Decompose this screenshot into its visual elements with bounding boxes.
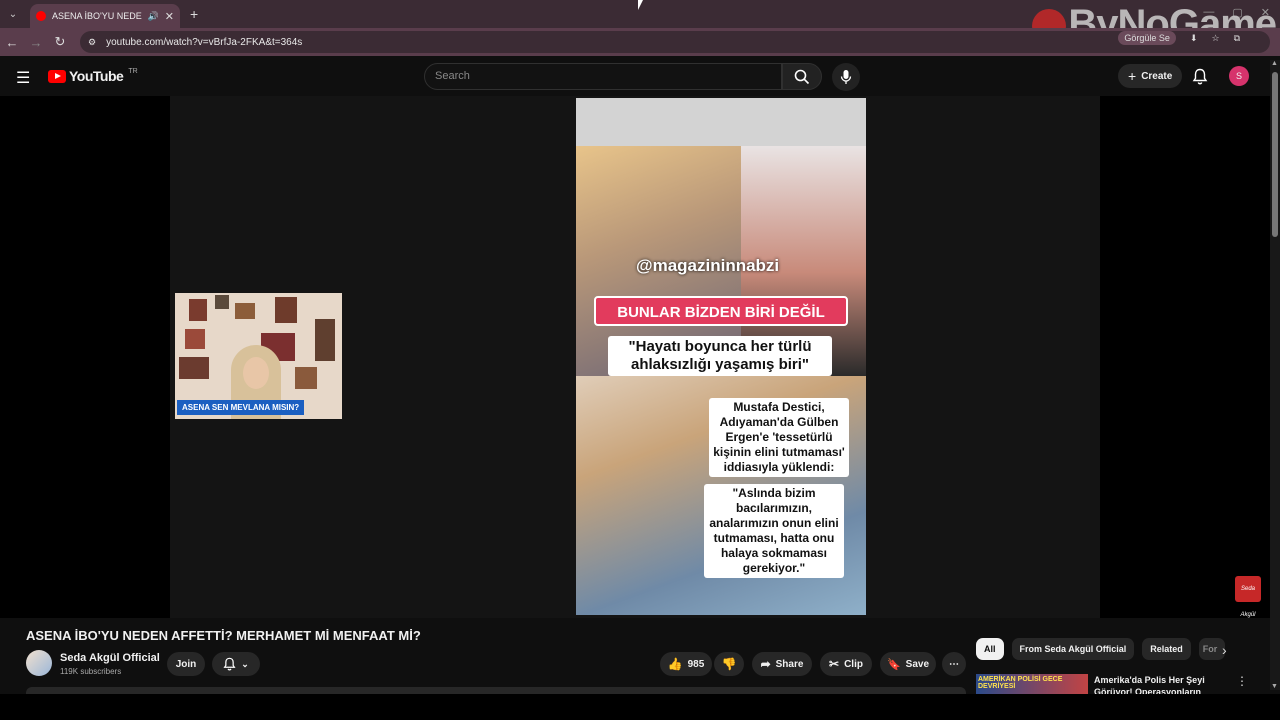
- save-label: Save: [905, 658, 930, 670]
- back-icon[interactable]: ←: [0, 35, 24, 50]
- scissors-icon: ✂: [829, 657, 840, 671]
- presenter-face: [243, 357, 269, 389]
- forward-icon[interactable]: →: [24, 35, 48, 50]
- browser-tab[interactable]: ASENA İBO'YU NEDEN AFFETTİ 🔊 ✕: [30, 4, 180, 28]
- video-top-strip: [576, 98, 866, 146]
- country-code: TR: [128, 67, 138, 75]
- page-scrollbar[interactable]: ▲ ▼: [1270, 60, 1280, 690]
- scrollbar-thumb[interactable]: [1272, 72, 1278, 237]
- clip-label: Clip: [844, 658, 863, 670]
- like-button[interactable]: 👍 985: [660, 652, 712, 676]
- channel-watermark-logo[interactable]: Seda Akgül: [1235, 576, 1261, 618]
- video-title: ASENA İBO'YU NEDEN AFFETTİ? MERHAMET Mİ …: [26, 628, 421, 643]
- join-label: Join: [175, 658, 197, 670]
- user-avatar[interactable]: S: [1229, 66, 1249, 86]
- bottom-black-bar: [0, 694, 1280, 720]
- pip-caption: ASENA SEN MEVLANA MISIN?: [177, 400, 305, 415]
- create-label: Create: [1141, 70, 1173, 82]
- channel-avatar[interactable]: [26, 650, 52, 676]
- create-button[interactable]: + Create: [1118, 64, 1183, 88]
- url-text[interactable]: youtube.com/watch?v=vBrfJa-2FKA&t=364s: [106, 37, 302, 48]
- plus-icon: +: [1128, 68, 1137, 84]
- reload-icon[interactable]: ↻: [48, 34, 72, 50]
- menu-icon[interactable]: ☰: [16, 68, 30, 88]
- like-count: 985: [687, 658, 705, 670]
- voice-search-button[interactable]: [832, 63, 860, 91]
- tab-search-icon[interactable]: ⌄: [2, 3, 24, 25]
- url-field[interactable]: ⚙ youtube.com/watch?v=vBrfJa-2FKA&t=364s: [80, 31, 1270, 53]
- dislike-button[interactable]: 👎: [714, 652, 744, 676]
- video-quote-box: "Aslında bizim bacılarımızın, analarımız…: [704, 484, 844, 578]
- chip-from-channel[interactable]: From Seda Akgül Official: [1011, 638, 1135, 660]
- more-actions-button[interactable]: ⋯: [942, 652, 966, 676]
- picture-in-picture-video: ASENA SEN MEVLANA MISIN?: [175, 293, 342, 419]
- share-button[interactable]: ➦ Share: [752, 652, 812, 676]
- share-icon: ➦: [760, 657, 771, 671]
- mouse-cursor-icon: [638, 0, 643, 10]
- recommendation-thumbnail[interactable]: AMERİKAN POLİSİ GECE DEVRİYESİ: [976, 674, 1088, 694]
- thumbs-down-icon: 👎: [721, 657, 737, 671]
- join-button[interactable]: Join: [167, 652, 205, 676]
- close-tab-icon[interactable]: ✕: [165, 10, 174, 23]
- new-tab-button[interactable]: +: [190, 6, 198, 22]
- install-icon[interactable]: ⬇: [1190, 33, 1198, 44]
- vertical-video-frame: @magazininnabzi BUNLAR BİZDEN BİRİ DEĞİL…: [576, 98, 866, 615]
- bell-icon: [223, 657, 236, 671]
- microphone-icon: [840, 70, 852, 84]
- speaker-icon[interactable]: 🔊: [148, 11, 159, 22]
- chip-related[interactable]: Related: [1142, 638, 1191, 660]
- filter-chips: All From Seda Akgül Official Related For: [976, 638, 1225, 660]
- search-button[interactable]: [782, 63, 822, 90]
- recommendation-title[interactable]: Amerika'da Polis Her Şeyi Görüyor! Opera…: [1094, 674, 1224, 694]
- site-info-icon[interactable]: ⚙: [88, 37, 96, 48]
- more-vertical-icon[interactable]: ⋮: [1236, 674, 1248, 688]
- player-margin-left: [0, 96, 170, 618]
- video-quote: "Hayatı boyunca her türlü ahlaksızlığı y…: [608, 336, 832, 376]
- save-button[interactable]: 🔖 Save: [880, 652, 936, 676]
- google-lens-chip[interactable]: Görgüle Se: [1118, 31, 1176, 45]
- youtube-header: ☰ YouTube TR Search + Create S: [0, 56, 1280, 96]
- search-input[interactable]: Search: [424, 63, 782, 90]
- channel-name[interactable]: Seda Akgül Official: [60, 652, 160, 664]
- subscriber-count: 119K subscribers: [60, 667, 122, 676]
- bookmark-star-icon[interactable]: ☆: [1211, 33, 1219, 44]
- chip-for-you[interactable]: For: [1198, 638, 1225, 660]
- clip-button[interactable]: ✂ Clip: [820, 652, 872, 676]
- youtube-favicon-icon: [36, 11, 46, 21]
- scroll-up-icon[interactable]: ▲: [1271, 60, 1278, 67]
- video-banner: BUNLAR BİZDEN BİRİ DEĞİL: [594, 296, 848, 326]
- scroll-down-icon[interactable]: ▼: [1271, 683, 1278, 690]
- chevron-down-icon: ⌄: [241, 658, 249, 669]
- bookmark-icon: 🔖: [886, 658, 901, 671]
- subscribed-bell-button[interactable]: ⌄: [212, 652, 260, 676]
- extensions-icon[interactable]: ⧉: [1234, 33, 1240, 44]
- search-icon: [794, 69, 810, 84]
- player-margin-right: [1100, 96, 1270, 618]
- tab-title: ASENA İBO'YU NEDEN AFFETTİ: [52, 11, 142, 21]
- chevron-right-icon[interactable]: ›: [1222, 642, 1227, 658]
- thumbs-up-icon: 👍: [667, 657, 683, 671]
- video-handle: @magazininnabzi: [636, 256, 780, 275]
- youtube-play-icon: [48, 69, 66, 83]
- video-caption-box: Mustafa Destici, Adıyaman'da Gülben Erge…: [709, 398, 849, 477]
- logo-text: YouTube: [69, 68, 124, 84]
- more-horizontal-icon: ⋯: [949, 658, 959, 670]
- share-label: Share: [775, 658, 804, 670]
- address-bar: ← → ↻ ⚙ youtube.com/watch?v=vBrfJa-2FKA&…: [0, 28, 1280, 56]
- notifications-bell-icon[interactable]: [1192, 68, 1208, 85]
- omnibox-actions: Görgüle Se ⬇ ☆ ⧉: [1118, 31, 1240, 45]
- chip-all[interactable]: All: [976, 638, 1004, 660]
- youtube-logo[interactable]: YouTube TR: [48, 68, 138, 84]
